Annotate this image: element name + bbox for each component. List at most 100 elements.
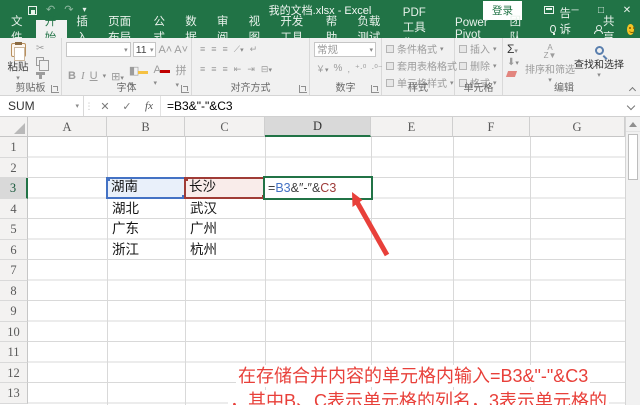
column-header-G[interactable]: G [530,117,625,137]
insert-function-button[interactable]: fx [138,96,160,116]
tab-power-pivot[interactable]: Power Pivot [446,17,501,41]
tab-team[interactable]: 团队 [501,16,533,44]
tell-me-box[interactable]: 告诉我 [542,8,586,52]
percent-style-icon[interactable]: % [334,63,343,74]
close-button[interactable]: ✕ [614,0,640,20]
expand-formula-bar-icon[interactable] [624,96,640,116]
tab-formulas[interactable]: 公式 [145,16,177,44]
row-header-13[interactable]: 13 [0,383,28,404]
cut-icon[interactable]: ✂ [36,44,45,54]
tab-insert[interactable]: 插入 [67,16,99,44]
tab-developer[interactable]: 开发工具 [271,16,316,44]
alignment-dialog-launcher-icon[interactable] [299,85,307,93]
align-center-icon[interactable]: ≡ [211,64,216,76]
cell-B6[interactable]: 浙江 [107,240,185,261]
row-header-5[interactable]: 5 [0,219,28,240]
collapse-ribbon-icon[interactable] [629,85,636,92]
name-box-dropdown-icon[interactable]: ▾ [75,102,79,110]
cell-C3[interactable]: 长沙 [189,177,216,198]
decrease-decimal-icon[interactable]: ·⁰⁻ [371,63,382,74]
tab-home[interactable]: 开始 [35,16,68,44]
row-header-1[interactable]: 1 [0,137,28,158]
increase-indent-icon[interactable]: ⇥ [247,64,255,76]
column-header-F[interactable]: F [453,117,530,137]
merge-center-icon[interactable]: ⊟▾ [261,64,272,76]
cell-C6[interactable]: 杭州 [185,240,265,261]
comma-style-icon[interactable]: , [347,64,350,74]
format-painter-icon[interactable] [36,72,45,79]
cell-B5[interactable]: 广东 [107,219,185,240]
font-size-combo[interactable]: 11 ▾ [132,42,157,57]
shrink-font-icon[interactable]: A˅ [174,44,188,56]
redo-icon[interactable]: ↷ [64,4,73,16]
scroll-up-icon[interactable] [626,117,640,132]
cancel-entry-button[interactable]: ✕ [94,96,116,116]
tab-file[interactable]: 文件 [0,16,36,44]
tab-load-test[interactable]: 负载测试 [348,16,393,44]
enter-entry-button[interactable]: ✓ [116,96,138,116]
row-header-12[interactable]: 12 [0,362,28,383]
sort-filter-button[interactable]: A Z▼ 排序和筛选 ▾ [525,42,575,85]
decrease-indent-icon[interactable]: ⇤ [234,64,242,76]
cell-C5[interactable]: 广州 [185,219,265,240]
formula-input[interactable]: =B3&"-"&C3 [160,96,624,116]
clear-eraser-icon[interactable] [505,71,518,77]
row-header-11[interactable]: 11 [0,342,28,363]
select-all-corner[interactable] [0,117,28,137]
ribbon-display-options-button[interactable] [536,0,562,20]
grow-font-icon[interactable]: A˄ [158,44,172,56]
copy-icon[interactable] [36,57,49,71]
formula-bar-splitter[interactable]: ⋮ [84,96,94,116]
save-icon[interactable] [28,5,37,15]
tab-view[interactable]: 视图 [240,16,272,44]
cell-B4[interactable]: 湖北 [107,199,185,220]
number-format-combo[interactable]: 常规 ▾ [314,42,376,57]
paste-button[interactable]: 粘贴 ▾ [4,42,32,82]
fill-icon[interactable]: ⬇▾ [507,58,524,69]
align-bottom-icon[interactable]: ≡ [223,44,228,56]
find-select-button[interactable]: 查找和选择 ▾ [574,42,624,82]
row-header-9[interactable]: 9 [0,301,28,322]
wrap-text-icon[interactable]: ↵ [250,44,258,56]
column-header-C[interactable]: C [185,117,265,137]
column-header-E[interactable]: E [371,117,453,137]
format-as-table-button[interactable]: 套用表格格式▾ [386,58,464,73]
cell-C3-reference-highlight[interactable]: 长沙 [184,177,266,199]
delete-cells-button[interactable]: 删除 ▾ [459,58,499,73]
tab-pdf-tools[interactable]: PDF工具集 [394,7,446,50]
increase-decimal-icon[interactable]: ⁺·⁰ [355,63,366,74]
column-header-A[interactable]: A [28,117,107,137]
row-header-7[interactable]: 7 [0,260,28,281]
cell-B3-reference-highlight[interactable]: 湖南 [106,177,186,199]
tab-help[interactable]: 帮助 [317,16,349,44]
insert-cells-button[interactable]: 插入 ▾ [459,41,499,56]
row-header-4[interactable]: 4 [0,198,28,219]
row-header-6[interactable]: 6 [0,239,28,260]
row-header-2[interactable]: 2 [0,157,28,178]
scrollbar-thumb[interactable] [628,134,638,180]
row-header-3[interactable]: 3 [0,178,28,199]
row-header-10[interactable]: 10 [0,321,28,342]
row-header-8[interactable]: 8 [0,280,28,301]
font-dialog-launcher-icon[interactable] [181,85,189,93]
align-middle-icon[interactable]: ≡ [211,44,216,56]
cell-B3[interactable]: 湖南 [111,177,138,198]
accounting-format-icon[interactable]: ￥▾ [316,62,329,75]
cell-C4[interactable]: 武汉 [185,199,265,220]
font-name-combo[interactable]: ▾ [66,42,131,57]
vertical-scrollbar[interactable] [625,117,640,405]
clipboard-dialog-launcher-icon[interactable] [51,85,59,93]
column-header-D[interactable]: D [265,117,371,137]
cell-D3-active-formula[interactable]: = B3 &″-″& C3 [263,176,373,200]
feedback-smiley-icon[interactable] [627,23,635,35]
tab-page-layout[interactable]: 页面布局 [99,16,144,44]
column-header-B[interactable]: B [107,117,185,137]
share-button[interactable]: 共享 [586,16,626,44]
align-right-icon[interactable]: ≡ [223,64,228,76]
number-dialog-launcher-icon[interactable] [371,85,379,93]
tab-data[interactable]: 数据 [176,16,208,44]
autosum-button[interactable]: Σ▾ [507,43,524,56]
align-top-icon[interactable]: ≡ [200,44,205,56]
orientation-icon[interactable]: ⟋▾ [234,44,244,56]
conditional-formatting-button[interactable]: 条件格式 ▾ [386,41,451,56]
